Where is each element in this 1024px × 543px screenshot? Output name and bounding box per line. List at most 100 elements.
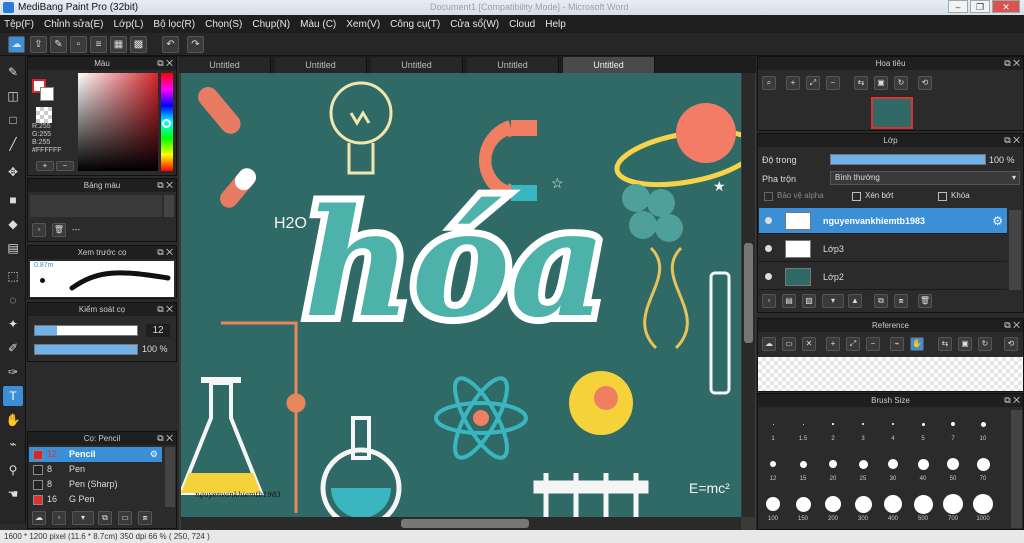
brush-folder-icon[interactable]: ▭: [118, 511, 132, 525]
layer-menu-icon[interactable]: ▾: [822, 294, 844, 308]
brush-size-dot[interactable]: [862, 423, 864, 425]
brush-size-dot[interactable]: [913, 494, 933, 514]
brush-size-dot[interactable]: [980, 421, 986, 427]
lasso-tool-icon[interactable]: ◌: [3, 290, 23, 310]
brush-opacity-slider[interactable]: [34, 344, 138, 355]
reference-zoom-in-icon[interactable]: +: [826, 337, 840, 351]
palette-list[interactable]: [30, 195, 162, 217]
zoom-in-icon[interactable]: +: [786, 76, 800, 90]
brush-list-scrollbar[interactable]: [165, 447, 175, 507]
layer-opacity-slider[interactable]: [830, 154, 986, 165]
panel-buttons-icon[interactable]: ⧉ ✕: [1004, 394, 1020, 407]
minimize-button[interactable]: –: [948, 0, 968, 13]
eye-icon[interactable]: [765, 245, 772, 252]
delete-layer-icon[interactable]: 🗑: [918, 294, 932, 308]
undo-icon[interactable]: ↶: [162, 36, 179, 53]
clipping-checkbox[interactable]: [852, 192, 861, 201]
menu-item[interactable]: Công cụ(T): [390, 19, 440, 30]
brush-size-dot[interactable]: [770, 461, 776, 467]
fit-icon[interactable]: ⤢: [806, 76, 820, 90]
operation-tool-icon[interactable]: ✋: [3, 410, 23, 430]
comment-icon[interactable]: ✎: [50, 36, 67, 53]
gear-icon[interactable]: ⚙: [150, 447, 158, 462]
close-button[interactable]: ✕: [992, 0, 1020, 13]
palette-scrollbar[interactable]: [164, 195, 174, 217]
menu-item[interactable]: Help: [545, 19, 566, 30]
brush-list-item[interactable]: 8 Pen (Sharp): [29, 477, 162, 492]
lock-checkbox[interactable]: [938, 192, 947, 201]
document-tab[interactable]: Untitled: [371, 57, 463, 73]
new-layer-3-icon[interactable]: ▧: [802, 294, 816, 308]
eyedropper-tool-icon[interactable]: ⌁: [3, 434, 23, 454]
reference-rotate-icon[interactable]: ↻: [978, 337, 992, 351]
panel-buttons-icon[interactable]: ⧉ ✕: [1004, 57, 1020, 70]
brush-size-dot[interactable]: [951, 422, 955, 426]
duplicate-layer-icon[interactable]: ⧉: [874, 294, 888, 308]
brush-size-dot[interactable]: [858, 459, 868, 469]
zoom-out-icon[interactable]: −: [826, 76, 840, 90]
panel-buttons-icon[interactable]: ⧉ ✕: [1004, 319, 1020, 332]
reference-cloud-icon[interactable]: ☁: [762, 337, 776, 351]
brush-size-dot[interactable]: [799, 460, 807, 468]
fill-rect-tool-icon[interactable]: ■: [3, 190, 23, 210]
reset-view-icon[interactable]: ⟲: [918, 76, 932, 90]
hand-tool-icon[interactable]: ☚: [3, 484, 23, 504]
brush-size-dot[interactable]: [917, 458, 929, 470]
zoom-icon[interactable]: ⌕: [762, 76, 776, 90]
protect-alpha-checkbox[interactable]: [764, 192, 773, 201]
reference-fit-icon[interactable]: ⤢: [846, 337, 860, 351]
select-eraser-tool-icon[interactable]: ✑: [3, 362, 23, 382]
new-layer-icon[interactable]: ▫: [762, 294, 776, 308]
remove-color-icon[interactable]: −: [56, 161, 74, 171]
layer-row[interactable]: Lớp2: [759, 264, 1007, 290]
menu-item[interactable]: Xem(V): [346, 19, 380, 30]
layer-blend-select[interactable]: Bình thường ▾: [830, 171, 1020, 185]
reference-close-icon[interactable]: ✕: [802, 337, 816, 351]
panel-buttons-icon[interactable]: ⧉ ✕: [157, 303, 173, 316]
reference-zoom-out-icon[interactable]: −: [866, 337, 880, 351]
brush-menu-icon[interactable]: ▾: [72, 511, 94, 525]
line-tool-icon[interactable]: ╱: [3, 134, 23, 154]
delete-palette-icon[interactable]: 🗑: [52, 223, 66, 237]
brush-list-item[interactable]: 12 Pencil ⚙: [29, 447, 162, 462]
panel-buttons-icon[interactable]: ⧉ ✕: [1004, 134, 1020, 147]
brush-size-dot[interactable]: [891, 422, 895, 426]
brush-size-dot[interactable]: [854, 495, 872, 513]
reference-open-icon[interactable]: ▭: [782, 337, 796, 351]
navigator-thumbnail[interactable]: [871, 97, 913, 129]
brush-size-slider[interactable]: [34, 325, 138, 336]
rotate-icon[interactable]: ↻: [894, 76, 908, 90]
brush-size-dot[interactable]: [888, 459, 898, 469]
eraser-tool-icon[interactable]: ◫: [3, 86, 23, 106]
brush-list-item[interactable]: 8 Pen: [29, 462, 162, 477]
layer-row[interactable]: Lớp3: [759, 236, 1007, 262]
document-icon[interactable]: ≡: [90, 36, 107, 53]
document-tab[interactable]: Untitled: [275, 57, 367, 73]
redo-icon[interactable]: ↷: [187, 36, 204, 53]
brush-size-dot[interactable]: [947, 458, 959, 470]
text-tool-icon[interactable]: T: [3, 386, 23, 406]
copy-brush-icon[interactable]: ⧉: [98, 511, 112, 525]
document-tab[interactable]: Untitled: [179, 57, 271, 73]
brush-size-dot[interactable]: [829, 460, 837, 468]
brush-size-dot[interactable]: [976, 457, 990, 471]
document-tab[interactable]: Untitled: [467, 57, 559, 73]
brush-size-dot[interactable]: [832, 423, 834, 425]
panel-buttons-icon[interactable]: ⧉ ✕: [157, 57, 173, 70]
dropper-tool-icon[interactable]: ⚲: [3, 460, 23, 480]
brush-size-dot[interactable]: [825, 496, 841, 512]
bucket-tool-icon[interactable]: ◆: [3, 214, 23, 234]
select-pen-tool-icon[interactable]: ✐: [3, 338, 23, 358]
menu-item[interactable]: Chụp(N): [252, 19, 290, 30]
brush-size-dot[interactable]: [921, 422, 925, 426]
menu-item[interactable]: Cloud: [509, 19, 535, 30]
brush-size-value[interactable]: 12: [146, 324, 170, 337]
canvas[interactable]: H2O E=mc² ☆ ★ hóa nguyenvankhiemtb1983: [181, 73, 741, 517]
menu-item[interactable]: Màu (C): [300, 19, 336, 30]
new-layer-2-icon[interactable]: ▤: [782, 294, 796, 308]
panel-buttons-icon[interactable]: ⧉ ✕: [157, 179, 173, 192]
new-file-icon[interactable]: ▫: [70, 36, 87, 53]
duplicate-brush-icon[interactable]: ⧈: [138, 511, 152, 525]
gradient-tool-icon[interactable]: ▤: [3, 238, 23, 258]
flip-icon[interactable]: ⇆: [854, 76, 868, 90]
